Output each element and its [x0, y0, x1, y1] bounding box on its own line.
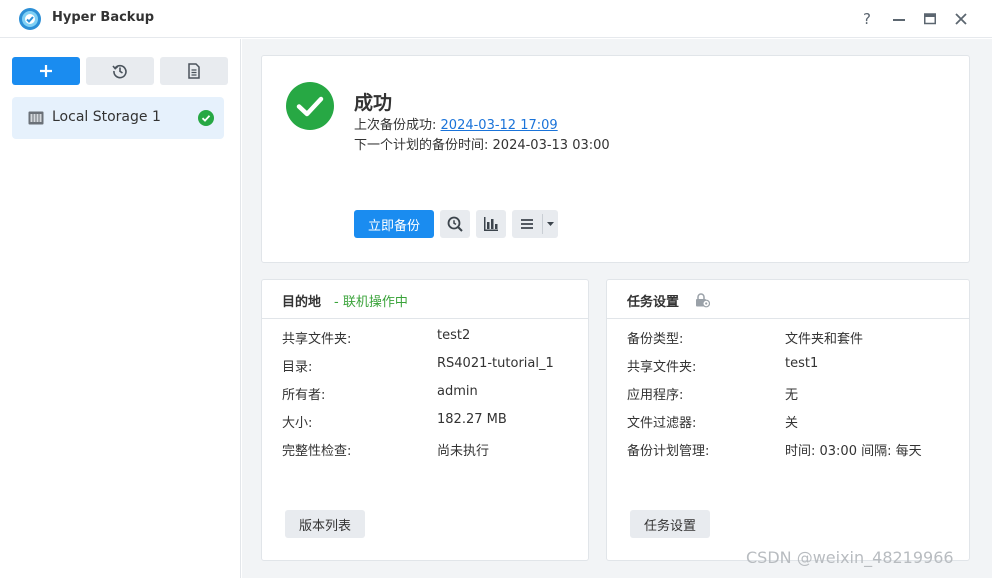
version-list-button[interactable]: 版本列表 — [285, 510, 365, 538]
restore-history-icon — [112, 64, 127, 79]
destination-title: 目的地 — [282, 295, 322, 310]
next-backup-line: 下一个计划的备份时间: 2024-03-13 03:00 — [354, 134, 610, 153]
info-value: 尚未执行 — [437, 444, 490, 459]
sidebar: Local Storage 1 — [0, 39, 241, 578]
caret-down-icon — [547, 222, 554, 226]
storage-icon — [28, 111, 44, 125]
title-bar: Hyper Backup ? — [0, 0, 992, 38]
info-key: 共享文件夹: — [627, 360, 697, 375]
next-backup-time: 2024-03-13 03:00 — [492, 138, 610, 153]
restore-button[interactable] — [86, 57, 154, 85]
next-backup-label: 下一个计划的备份时间: — [354, 138, 489, 153]
info-value: RS4021-tutorial_1 — [437, 356, 554, 371]
info-value: 时间: 03:00 间隔: 每天 — [785, 444, 922, 459]
statistics-button[interactable] — [476, 210, 506, 238]
info-value: 182.27 MB — [437, 412, 507, 427]
last-backup-label: 上次备份成功: — [354, 118, 437, 133]
task-item-label: Local Storage 1 — [52, 109, 161, 125]
backup-status-card: 成功 上次备份成功: 2024-03-12 17:09 下一个计划的备份时间: … — [261, 55, 970, 263]
info-value: 文件夹和套件 — [785, 332, 864, 347]
minimize-icon — [893, 19, 905, 21]
destination-panel-header: 目的地 - 联机操作中 — [262, 280, 588, 319]
status-title: 成功 — [354, 92, 393, 114]
close-icon — [955, 13, 967, 25]
info-key: 完整性检查: — [282, 444, 352, 459]
hyper-backup-logo-icon — [19, 8, 41, 30]
success-check-icon — [198, 110, 214, 126]
info-key: 共享文件夹: — [282, 332, 352, 347]
version-browser-icon — [447, 216, 463, 232]
info-key: 应用程序: — [627, 388, 684, 403]
minimize-button[interactable] — [888, 8, 910, 30]
menu-icon — [521, 219, 533, 229]
info-key: 备份类型: — [627, 332, 684, 347]
info-key: 所有者: — [282, 388, 326, 403]
task-settings-panel: 任务设置 备份类型: 文件夹和套件 共享文件夹: test1 应用程序: 无 文… — [606, 279, 970, 561]
info-value: 关 — [785, 416, 799, 431]
info-key: 大小: — [282, 416, 313, 431]
main-content: 成功 上次备份成功: 2024-03-12 17:09 下一个计划的备份时间: … — [242, 39, 992, 578]
version-browser-button[interactable] — [440, 210, 470, 238]
close-button[interactable] — [950, 8, 972, 30]
more-actions-menu-button[interactable] — [512, 210, 558, 238]
statistics-icon — [484, 217, 498, 231]
last-backup-line: 上次备份成功: 2024-03-12 17:09 — [354, 114, 558, 133]
maximize-button[interactable] — [919, 8, 941, 30]
maximize-icon — [924, 13, 936, 25]
info-value: admin — [437, 384, 478, 399]
help-icon: ? — [863, 10, 871, 28]
task-settings-button[interactable]: 任务设置 — [630, 510, 710, 538]
info-key: 目录: — [282, 360, 313, 375]
create-task-button[interactable] — [12, 57, 80, 85]
lock-settings-icon — [696, 293, 710, 308]
watermark-text: CSDN @weixin_48219966 — [746, 548, 954, 567]
document-log-icon — [188, 63, 200, 79]
info-value: test1 — [785, 356, 819, 371]
menu-button-divider — [542, 214, 543, 234]
task-item-local-storage-1[interactable]: Local Storage 1 — [12, 97, 224, 139]
backup-log-button[interactable] — [160, 57, 228, 85]
app-title: Hyper Backup — [52, 10, 155, 25]
task-settings-title: 任务设置 — [627, 295, 680, 310]
destination-online-status: - 联机操作中 — [334, 295, 408, 310]
help-button[interactable]: ? — [856, 8, 878, 30]
info-key: 备份计划管理: — [627, 444, 710, 459]
info-value: test2 — [437, 328, 471, 343]
last-backup-time-link[interactable]: 2024-03-12 17:09 — [441, 118, 558, 133]
success-status-icon — [286, 82, 334, 130]
info-key: 文件过滤器: — [627, 416, 697, 431]
info-value: 无 — [785, 388, 799, 403]
backup-now-button[interactable]: 立即备份 — [354, 210, 434, 238]
task-settings-panel-header: 任务设置 — [607, 280, 969, 319]
plus-icon — [40, 65, 52, 77]
destination-panel: 目的地 - 联机操作中 共享文件夹: test2 目录: RS4021-tuto… — [261, 279, 589, 561]
